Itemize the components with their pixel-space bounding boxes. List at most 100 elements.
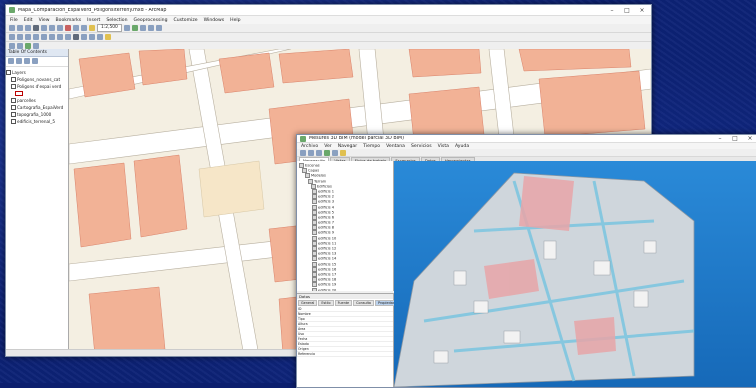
copy-icon[interactable] (49, 25, 55, 31)
editor-icon[interactable] (123, 25, 130, 31)
forward-extent-icon[interactable] (65, 34, 71, 40)
menu-item-windows[interactable]: Windows (204, 18, 225, 23)
toc-layer-item[interactable]: Poligons d'espai verd (6, 83, 68, 90)
hyperlink-icon[interactable] (105, 34, 111, 40)
scene-menu-item[interactable]: Ventana (386, 144, 405, 149)
props-tab[interactable]: Consulta (353, 300, 375, 306)
delete-icon[interactable] (65, 25, 71, 31)
python-icon[interactable] (155, 25, 162, 31)
arcmap-menubar: File Edit View Bookmarks Insert Selection Geop… (6, 16, 651, 24)
props-rows: ID Nombre Tipo Altura Área Uso Fecha Estado Orig… (297, 307, 393, 357)
open-icon[interactable] (17, 25, 23, 31)
arcmap-app-icon (9, 7, 15, 13)
toc-layer-item[interactable]: topografia_1000 (6, 111, 68, 118)
measure-icon[interactable] (97, 34, 103, 40)
scene-close-icon[interactable]: × (744, 135, 756, 142)
menu-item-view[interactable]: View (39, 18, 50, 23)
layer-symbol-swatch (15, 91, 23, 96)
layer-visibility-checkbox[interactable] (11, 98, 16, 103)
3d-city-view[interactable] (394, 161, 756, 387)
catalog-icon[interactable] (131, 25, 138, 31)
props-tab[interactable]: Estilo (318, 300, 334, 306)
scene-menu-item[interactable]: Servicios (411, 144, 432, 149)
scene-tree-label: edificis 7 (318, 220, 335, 225)
zoom-out-icon[interactable] (17, 34, 23, 40)
layer-visibility-checkbox[interactable] (11, 105, 16, 110)
map-scale-input[interactable]: 1:2,500 (97, 24, 122, 32)
list-by-selection-icon[interactable] (32, 58, 38, 64)
menu-item-edit[interactable]: Edit (24, 18, 33, 23)
scene-tree-label: Edificios (317, 184, 332, 189)
scene-menu-item[interactable]: Vista (438, 144, 449, 149)
props-tabs: General Estilo Fuente Consulta Propiedades (297, 299, 402, 307)
menu-item-insert[interactable]: Insert (87, 18, 100, 23)
menu-item-help[interactable]: Help (230, 18, 240, 23)
scene-zoom-icon[interactable] (316, 149, 322, 156)
props-row-key: ID (298, 307, 302, 311)
scene-menu-item[interactable]: Ver (324, 144, 332, 149)
scene-menu-item[interactable]: Ayuda (455, 144, 469, 149)
menu-item-selection[interactable]: Selection (106, 18, 127, 23)
new-icon[interactable] (9, 25, 15, 31)
layer-visibility-checkbox[interactable] (11, 112, 16, 117)
props-row-key: Nombre (298, 312, 311, 316)
toc-layer-item[interactable]: parcelles (6, 97, 68, 104)
minimize-icon[interactable]: – (606, 7, 618, 14)
close-icon[interactable]: × (636, 7, 648, 14)
toc-layer-item[interactable]: edificis_terrenal_5 (6, 118, 68, 125)
fixed-zoom-out-icon[interactable] (49, 34, 55, 40)
pan-icon[interactable] (25, 34, 31, 40)
props-row-value (345, 342, 393, 346)
zoom-in-icon[interactable] (9, 34, 15, 40)
layer-visibility-checkbox[interactable] (6, 70, 11, 75)
scene-menu-item[interactable]: Tiempo (363, 144, 380, 149)
layer-visibility-checkbox[interactable] (11, 84, 16, 89)
cut-icon[interactable] (41, 25, 47, 31)
toc-layer-item[interactable]: Poligons_novans_cat (6, 76, 68, 83)
scene-navigate-icon[interactable] (308, 149, 314, 156)
find-icon[interactable] (89, 34, 95, 40)
undo-icon[interactable] (73, 25, 79, 31)
menu-item-file[interactable]: File (10, 18, 18, 23)
print-icon[interactable] (33, 25, 39, 31)
save-icon[interactable] (25, 25, 31, 31)
scene-menu-item[interactable]: Navegar (338, 144, 357, 149)
list-by-source-icon[interactable] (16, 58, 22, 64)
scene-viewer-window: Mesures 3D BIM (model parcial 3D BIM) – … (296, 134, 756, 388)
back-extent-icon[interactable] (57, 34, 63, 40)
toc-layer-item[interactable]: Cartografia_EspaiVerd (6, 104, 68, 111)
props-tab[interactable]: General (298, 300, 318, 306)
select-features-icon[interactable] (73, 34, 79, 40)
layer-visibility-checkbox[interactable] (11, 77, 16, 82)
scene-tree-label: edificis 15 (318, 262, 337, 267)
scene-tree-label: edificis 14 (318, 256, 337, 261)
arctoolbox-icon[interactable] (147, 25, 154, 31)
paste-icon[interactable] (57, 25, 63, 31)
props-tab[interactable]: Fuente (334, 300, 353, 306)
scene-tree-item[interactable]: edificis 20 (299, 287, 393, 291)
fixed-zoom-in-icon[interactable] (41, 34, 47, 40)
scene-measure-icon[interactable] (332, 149, 338, 156)
list-by-visibility-icon[interactable] (24, 58, 30, 64)
menu-item-bookmarks[interactable]: Bookmarks (56, 18, 82, 23)
list-by-drawing-order-icon[interactable] (8, 58, 14, 64)
menu-item-customize[interactable]: Customize (173, 18, 197, 23)
menu-item-geoprocessing[interactable]: Geoprocessing (134, 18, 168, 23)
scene-light-icon[interactable] (340, 149, 346, 156)
redo-icon[interactable] (81, 25, 87, 31)
maximize-icon[interactable]: □ (621, 7, 633, 14)
toc-layer-item[interactable]: Layers (6, 69, 68, 76)
search-icon[interactable] (139, 25, 146, 31)
arcmap-title: Mapa_Comparacion_EspaiVerd_Poligonsiterr… (18, 7, 167, 13)
props-row-value (345, 347, 393, 351)
toc-layer-item[interactable] (6, 90, 68, 97)
scene-layer-icon[interactable] (324, 149, 330, 156)
scene-maximize-icon[interactable]: □ (729, 135, 741, 142)
add-data-icon[interactable] (89, 25, 95, 31)
layer-visibility-checkbox[interactable] (11, 119, 16, 124)
full-extent-icon[interactable] (33, 34, 39, 40)
scene-select-icon[interactable] (300, 149, 306, 156)
scene-minimize-icon[interactable]: – (714, 135, 726, 142)
identify-icon[interactable] (81, 34, 87, 40)
scene-menu-item[interactable]: Archivo (301, 144, 318, 149)
